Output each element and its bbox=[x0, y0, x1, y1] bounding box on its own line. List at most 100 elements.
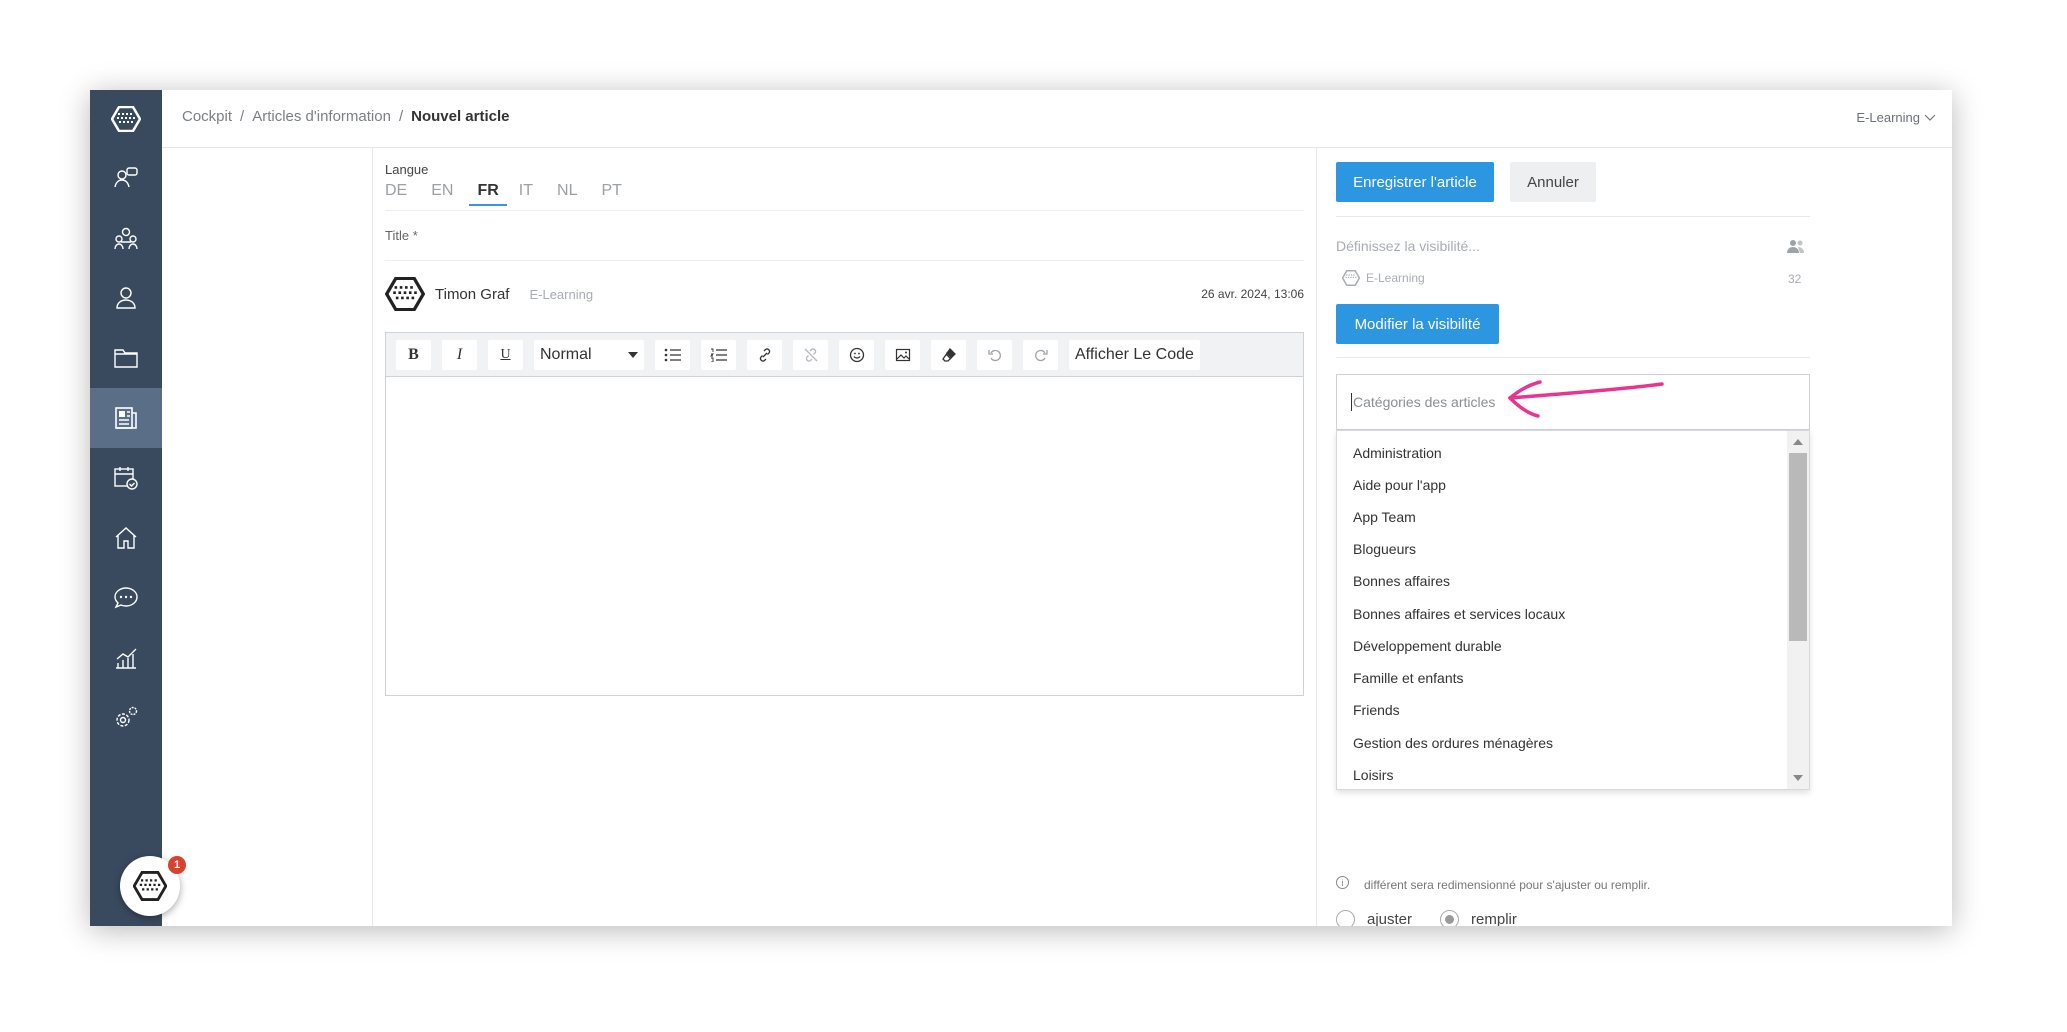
bold-button[interactable]: B bbox=[396, 339, 431, 370]
image-fit-options: ajuster remplir bbox=[1336, 910, 1517, 926]
dropdown-scrollbar[interactable] bbox=[1787, 431, 1809, 789]
category-option[interactable]: Aide pour l'app bbox=[1353, 477, 1446, 493]
redo-button[interactable] bbox=[1023, 339, 1058, 370]
sidebar-item-groups[interactable] bbox=[90, 208, 162, 268]
visibility-input[interactable]: Définissez la visibilité... bbox=[1336, 238, 1480, 254]
text-caret bbox=[1351, 393, 1352, 411]
unlink-button[interactable] bbox=[793, 339, 828, 370]
scroll-thumb[interactable] bbox=[1789, 453, 1807, 641]
sidebar-item-home[interactable] bbox=[90, 508, 162, 568]
home-icon bbox=[115, 527, 137, 549]
sidebar-item-events[interactable] bbox=[90, 448, 162, 508]
underline-button[interactable]: U bbox=[488, 339, 523, 370]
chat-logo-icon bbox=[133, 871, 167, 901]
visibility-group: E-Learning bbox=[1342, 270, 1425, 286]
tab-lang-fr[interactable]: FR bbox=[469, 182, 507, 206]
radio-fill[interactable] bbox=[1440, 910, 1460, 926]
bullet-list-button[interactable] bbox=[655, 339, 690, 370]
app-logo[interactable] bbox=[90, 90, 162, 148]
category-option[interactable]: Friends bbox=[1353, 702, 1400, 718]
sidebar-item-chat[interactable] bbox=[90, 568, 162, 628]
breadcrumb-current: Nouvel article bbox=[411, 108, 510, 125]
category-option[interactable]: Famille et enfants bbox=[1353, 670, 1464, 686]
radio-adjust[interactable] bbox=[1336, 910, 1355, 926]
clear-format-button[interactable] bbox=[931, 339, 966, 370]
tab-lang-pt[interactable]: PT bbox=[601, 182, 633, 206]
bullet-list-icon bbox=[664, 348, 681, 361]
modify-visibility-button[interactable]: Modifier la visibilité bbox=[1336, 304, 1499, 344]
feedback-icon bbox=[114, 167, 138, 188]
info-icon: i bbox=[1336, 876, 1349, 889]
category-option[interactable]: Bonnes affaires bbox=[1353, 573, 1450, 589]
tenant-switcher[interactable]: E-Learning bbox=[1856, 110, 1936, 125]
article-settings-panel: Enregistrer l'article Annuler Définissez… bbox=[1318, 148, 1952, 926]
tenant-label: E-Learning bbox=[1856, 110, 1920, 125]
user-icon bbox=[116, 287, 136, 309]
category-option[interactable]: Gestion des ordures ménagères bbox=[1353, 735, 1553, 751]
sidebar-item-news[interactable] bbox=[90, 388, 162, 448]
title-field[interactable]: Title * bbox=[385, 228, 418, 243]
article-editor-panel: Langue DE EN FR IT NL PT Title * Timon G… bbox=[372, 148, 1317, 926]
notification-badge: 1 bbox=[168, 856, 186, 874]
categories-dropdown: Administration Aide pour l'app App Team … bbox=[1336, 430, 1810, 790]
image-icon bbox=[895, 348, 910, 361]
numbered-list-button[interactable] bbox=[701, 339, 736, 370]
link-button[interactable] bbox=[747, 339, 782, 370]
author-avatar bbox=[385, 277, 425, 311]
logo-icon bbox=[111, 106, 141, 132]
image-button[interactable] bbox=[885, 339, 920, 370]
link-icon bbox=[759, 347, 770, 362]
breadcrumb-articles[interactable]: Articles d'information bbox=[252, 108, 391, 125]
divider bbox=[385, 260, 1304, 261]
visibility-count: 32 bbox=[1788, 272, 1802, 286]
sidebar-item-users[interactable] bbox=[90, 268, 162, 328]
sidebar-item-feedback[interactable] bbox=[90, 148, 162, 208]
editor-content-area[interactable] bbox=[386, 377, 1303, 695]
analytics-icon bbox=[116, 648, 137, 669]
radio-adjust-label: ajuster bbox=[1367, 911, 1413, 926]
sidebar-item-files[interactable] bbox=[90, 328, 162, 388]
breadcrumb-separator: / bbox=[240, 108, 245, 125]
group-logo-icon bbox=[1342, 270, 1360, 286]
scroll-up-arrow[interactable] bbox=[1793, 439, 1803, 445]
audience-icon bbox=[1787, 240, 1804, 253]
calendar-check-icon bbox=[114, 467, 138, 490]
language-tabs: DE EN FR IT NL PT bbox=[385, 182, 646, 206]
divider bbox=[1336, 216, 1810, 217]
tab-lang-it[interactable]: IT bbox=[519, 182, 545, 206]
cancel-button[interactable]: Annuler bbox=[1510, 162, 1596, 202]
group-icon bbox=[114, 227, 138, 250]
image-fit-note: différent sera redimensionné pour s'ajus… bbox=[1364, 878, 1651, 892]
sidebar-item-analytics[interactable] bbox=[90, 628, 162, 688]
author-tag: E-Learning bbox=[529, 286, 594, 302]
tab-lang-nl[interactable]: NL bbox=[557, 182, 589, 206]
editor-toolbar: B I U Normal Afficher Le Code bbox=[386, 333, 1303, 377]
chat-icon bbox=[114, 587, 138, 609]
category-option[interactable]: Blogueurs bbox=[1353, 541, 1416, 557]
tab-lang-de[interactable]: DE bbox=[385, 182, 419, 206]
eraser-icon bbox=[941, 347, 956, 362]
visibility-group-name: E-Learning bbox=[1366, 271, 1425, 285]
breadcrumb-cockpit[interactable]: Cockpit bbox=[182, 108, 232, 125]
numbered-list-icon bbox=[709, 348, 727, 362]
category-option[interactable]: Développement durable bbox=[1353, 638, 1502, 654]
show-code-button[interactable]: Afficher Le Code bbox=[1069, 339, 1200, 370]
italic-button[interactable]: I bbox=[442, 339, 477, 370]
sidebar-item-settings[interactable] bbox=[90, 688, 162, 748]
scroll-down-arrow[interactable] bbox=[1793, 775, 1803, 781]
save-article-button[interactable]: Enregistrer l'article bbox=[1336, 162, 1494, 202]
category-option[interactable]: App Team bbox=[1353, 509, 1416, 525]
tab-lang-en[interactable]: EN bbox=[431, 182, 465, 206]
settings-icon bbox=[116, 706, 138, 727]
article-date: 26 avr. 2024, 13:06 bbox=[1201, 287, 1304, 301]
caret-down-icon bbox=[628, 351, 638, 358]
category-option[interactable]: Administration bbox=[1353, 445, 1442, 461]
undo-button[interactable] bbox=[977, 339, 1012, 370]
emoji-button[interactable] bbox=[839, 339, 874, 370]
category-option[interactable]: Loisirs bbox=[1353, 767, 1393, 783]
breadcrumb-separator: / bbox=[398, 108, 404, 125]
annotation-arrow bbox=[1508, 380, 1664, 418]
language-label: Langue bbox=[385, 162, 429, 177]
category-option[interactable]: Bonnes affaires et services locaux bbox=[1353, 606, 1565, 622]
format-select[interactable]: Normal bbox=[534, 339, 644, 370]
